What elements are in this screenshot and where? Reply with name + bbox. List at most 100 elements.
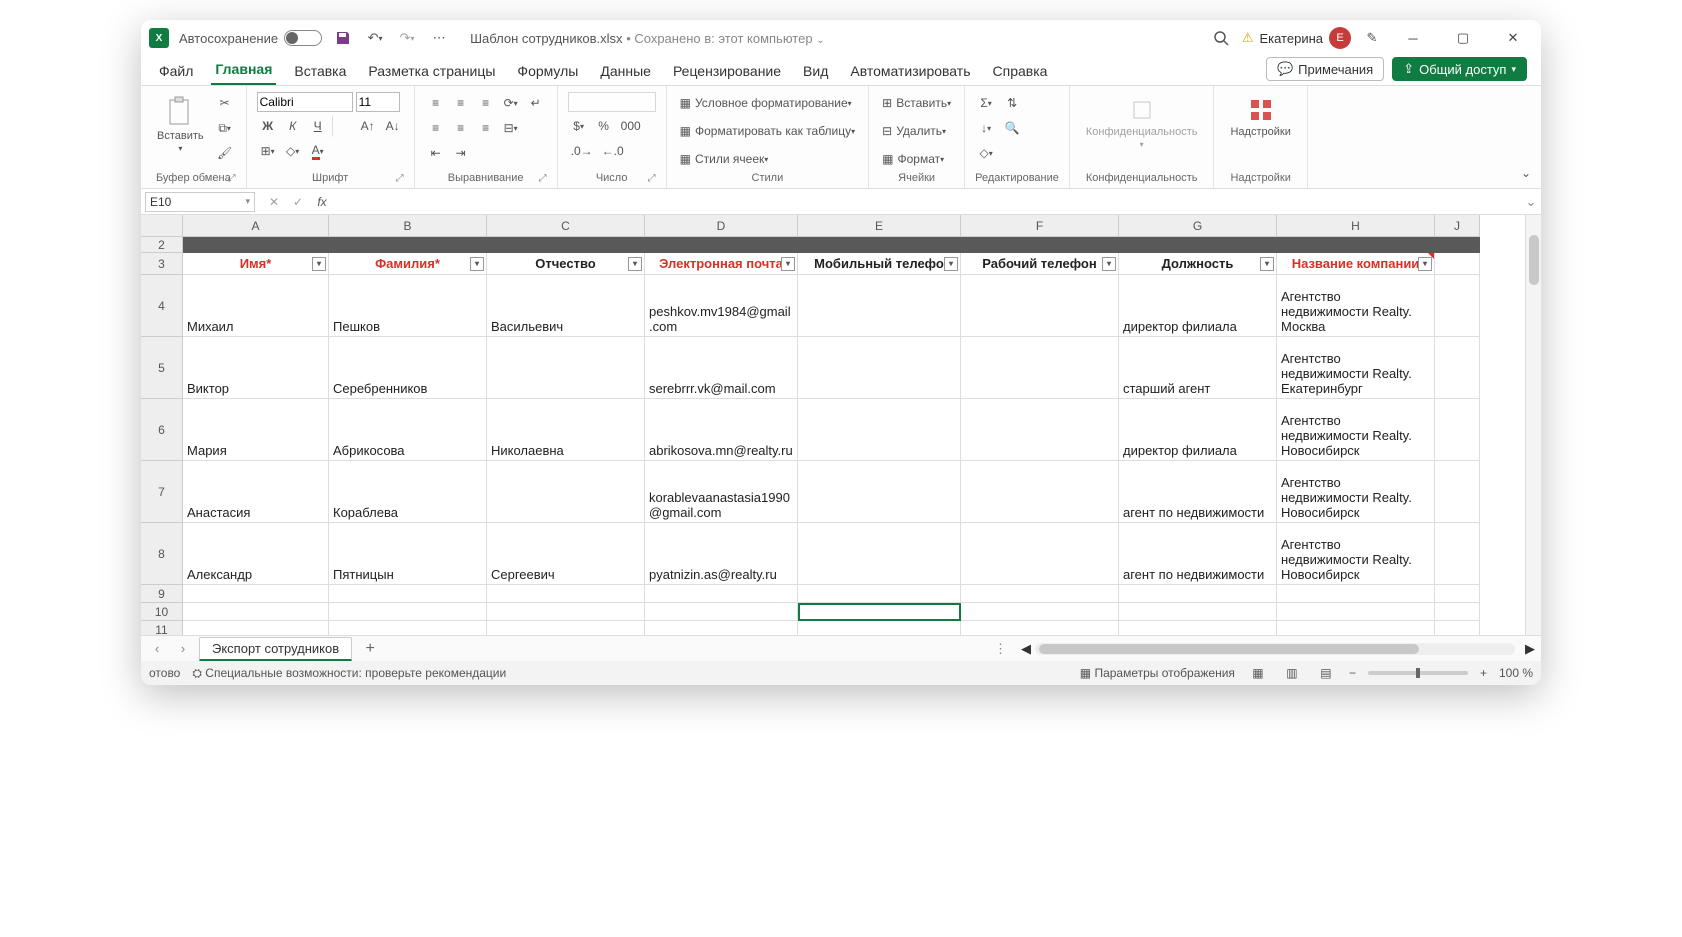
cell[interactable] xyxy=(961,585,1119,603)
cell[interactable] xyxy=(329,621,487,635)
share-button[interactable]: ⇪ Общий доступ ▾ xyxy=(1392,57,1527,81)
cell[interactable] xyxy=(1119,603,1277,621)
increase-font-button[interactable]: A↑ xyxy=(357,115,379,137)
cell[interactable] xyxy=(1119,621,1277,635)
cell[interactable] xyxy=(487,461,645,523)
comma-button[interactable]: 000 xyxy=(618,115,644,137)
cell[interactable] xyxy=(1277,237,1435,253)
tab-formulas[interactable]: Формулы xyxy=(513,59,582,85)
cell[interactable] xyxy=(798,585,961,603)
cell[interactable]: Агентство недвижимости Realty. Новосибир… xyxy=(1277,461,1435,523)
cell[interactable] xyxy=(798,275,961,337)
fill-button[interactable]: ↓▾ xyxy=(975,117,997,139)
filter-button[interactable]: ▾ xyxy=(470,257,484,271)
sheet-tab[interactable]: Экспорт сотрудников xyxy=(199,637,352,661)
format-cells[interactable]: ▦ Формат ▾ xyxy=(879,148,947,170)
cell[interactable]: Агентство недвижимости Realty. Новосибир… xyxy=(1277,399,1435,461)
column-header[interactable]: J xyxy=(1435,215,1480,237)
formula-input[interactable] xyxy=(337,192,1521,212)
insert-cells[interactable]: ⊞ Вставить ▾ xyxy=(879,92,954,114)
tab-automate[interactable]: Автоматизировать xyxy=(846,59,974,85)
redo-button[interactable]: ↷▾ xyxy=(396,27,418,49)
account-button[interactable]: ⚠ Екатерина Е xyxy=(1242,27,1351,49)
cut-button[interactable]: ✂ xyxy=(214,92,236,114)
align-top[interactable]: ≡ xyxy=(425,92,447,114)
cell[interactable] xyxy=(1119,237,1277,253)
sensitivity-button[interactable]: Конфиденциальность▾ xyxy=(1080,92,1204,153)
minimize-button[interactable]: ─ xyxy=(1393,23,1433,53)
cell[interactable] xyxy=(645,585,798,603)
row-header[interactable]: 11 xyxy=(141,621,183,635)
cell[interactable]: korablevaanastasia1990@gmail.com xyxy=(645,461,798,523)
row-header[interactable]: 10 xyxy=(141,603,183,621)
delete-cells[interactable]: ⊟ Удалить ▾ xyxy=(879,120,949,142)
cell[interactable]: Пешков xyxy=(329,275,487,337)
add-sheet-button[interactable]: + xyxy=(358,640,382,658)
cell[interactable] xyxy=(329,585,487,603)
cell[interactable] xyxy=(1277,585,1435,603)
cell[interactable] xyxy=(487,237,645,253)
name-box[interactable]: E10▾ xyxy=(145,192,255,212)
sheet-options[interactable]: ⋮ xyxy=(986,641,1017,657)
cell[interactable]: Агентство недвижимости Realty. Новосибир… xyxy=(1277,523,1435,585)
ribbon-collapse[interactable]: ⌄ xyxy=(1515,162,1537,184)
ink-button[interactable]: ✎ xyxy=(1361,27,1383,49)
cell[interactable] xyxy=(798,237,961,253)
cell[interactable]: Электронная почта▾ xyxy=(645,253,798,275)
cell[interactable]: Серебренников xyxy=(329,337,487,399)
cell[interactable] xyxy=(645,237,798,253)
format-painter-button[interactable]: 🖌 xyxy=(214,142,236,164)
cell[interactable] xyxy=(1277,603,1435,621)
cell[interactable]: Анастасия xyxy=(183,461,329,523)
cell[interactable]: Фамилия*▾ xyxy=(329,253,487,275)
formula-bar-expand[interactable]: ⌄ xyxy=(1521,194,1541,210)
row-header[interactable]: 7 xyxy=(141,461,183,523)
cell[interactable] xyxy=(798,603,961,621)
cell[interactable] xyxy=(183,621,329,635)
cell[interactable]: pyatnizin.as@realty.ru xyxy=(645,523,798,585)
cancel-formula[interactable]: ✕ xyxy=(263,191,285,213)
cell[interactable] xyxy=(329,603,487,621)
normal-view[interactable]: ▦ xyxy=(1247,664,1269,682)
cell[interactable]: директор филиала xyxy=(1119,275,1277,337)
row-header[interactable]: 6 xyxy=(141,399,183,461)
cell[interactable] xyxy=(961,603,1119,621)
sheet-nav-next[interactable]: › xyxy=(173,641,193,656)
cell[interactable] xyxy=(487,585,645,603)
align-middle[interactable]: ≡ xyxy=(450,92,472,114)
cell[interactable] xyxy=(1435,237,1480,253)
cell[interactable]: Должность▾ xyxy=(1119,253,1277,275)
increase-indent[interactable]: ⇥ xyxy=(450,142,472,164)
row-header[interactable]: 3 xyxy=(141,253,183,275)
currency-button[interactable]: $▾ xyxy=(568,115,590,137)
cell[interactable] xyxy=(329,237,487,253)
cell[interactable]: serebrrr.vk@mail.com xyxy=(645,337,798,399)
cell[interactable] xyxy=(1435,585,1480,603)
tab-help[interactable]: Справка xyxy=(989,59,1052,85)
cell[interactable]: Кораблева xyxy=(329,461,487,523)
find-select[interactable]: 🔍 xyxy=(1001,117,1023,139)
tab-view[interactable]: Вид xyxy=(799,59,832,85)
close-button[interactable]: ✕ xyxy=(1493,23,1533,53)
column-header[interactable]: F xyxy=(961,215,1119,237)
row-header[interactable]: 9 xyxy=(141,585,183,603)
hscroll-right[interactable]: ▶ xyxy=(1525,641,1535,657)
autosave-toggle[interactable]: Автосохранение xyxy=(179,30,322,46)
column-header[interactable]: B xyxy=(329,215,487,237)
clipboard-launcher[interactable]: ⤢ xyxy=(228,173,236,184)
cell[interactable] xyxy=(183,585,329,603)
cell[interactable] xyxy=(961,621,1119,635)
column-header[interactable]: H xyxy=(1277,215,1435,237)
page-layout-view[interactable]: ▥ xyxy=(1281,664,1303,682)
comments-button[interactable]: 💬 Примечания xyxy=(1266,57,1384,81)
filter-button[interactable]: ▾ xyxy=(781,257,795,271)
cell[interactable] xyxy=(961,237,1119,253)
cell[interactable]: Александр xyxy=(183,523,329,585)
enter-formula[interactable]: ✓ xyxy=(287,191,309,213)
cell[interactable] xyxy=(961,461,1119,523)
cell[interactable]: Васильевич xyxy=(487,275,645,337)
zoom-slider[interactable] xyxy=(1368,671,1468,675)
row-header[interactable]: 2 xyxy=(141,237,183,253)
cell[interactable] xyxy=(798,523,961,585)
filter-button[interactable]: ▾ xyxy=(944,257,958,271)
